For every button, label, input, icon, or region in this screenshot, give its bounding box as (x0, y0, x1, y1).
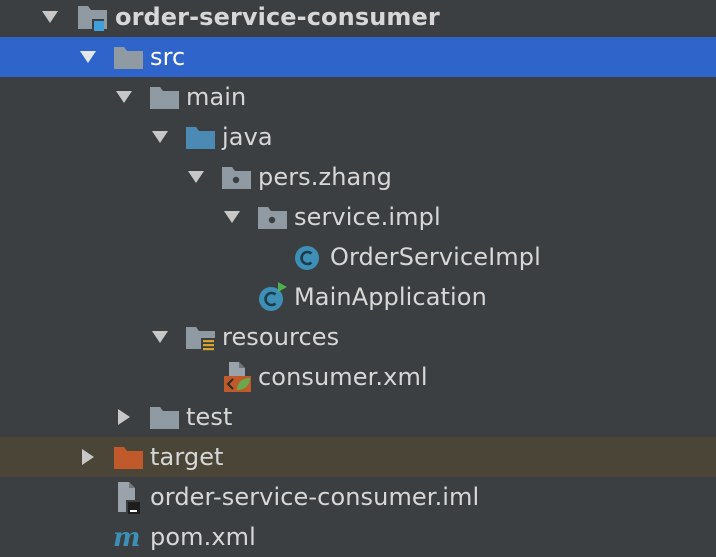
tree-label-main: main (186, 83, 247, 111)
spring-xml-icon (220, 359, 254, 395)
tree-label-src: src (150, 43, 186, 71)
tree-row-resources[interactable]: resources (0, 317, 716, 357)
svg-text:m: m (113, 523, 141, 553)
tree-label-target: target (150, 443, 224, 471)
tree-row-pom-xml[interactable]: m pom.xml (0, 517, 716, 557)
tree-label-service-impl: service.impl (294, 203, 441, 231)
expand-arrow-icon[interactable] (38, 5, 62, 29)
java-class-icon (292, 239, 326, 275)
folder-icon (148, 399, 182, 435)
expand-arrow-icon[interactable] (220, 205, 244, 229)
excluded-folder-icon (112, 439, 146, 475)
tree-label-java: java (222, 123, 273, 151)
tree-row-java[interactable]: java (0, 117, 716, 157)
tree-label-resources: resources (222, 323, 340, 351)
tree-row-consumer-xml[interactable]: consumer.xml (0, 357, 716, 397)
project-tree: order-service-consumer src main java per… (0, 0, 716, 556)
tree-row-iml-file[interactable]: order-service-consumer.iml (0, 477, 716, 517)
maven-pom-icon: m (112, 519, 146, 555)
tree-label-main-application: MainApplication (294, 283, 487, 311)
java-main-class-icon (256, 279, 290, 315)
tree-label-pers-zhang: pers.zhang (258, 163, 392, 191)
folder-icon (148, 79, 182, 115)
expand-arrow-icon[interactable] (184, 165, 208, 189)
tree-label-iml-file: order-service-consumer.iml (150, 483, 480, 511)
module-folder-icon (76, 0, 110, 35)
expand-arrow-icon[interactable] (148, 125, 172, 149)
tree-row-target[interactable]: target (0, 437, 716, 477)
expand-arrow-icon[interactable] (76, 45, 100, 69)
source-root-folder-icon (184, 119, 218, 155)
folder-icon (112, 39, 146, 75)
tree-row-test[interactable]: test (0, 397, 716, 437)
tree-label-test: test (186, 403, 233, 431)
tree-row-service-impl[interactable]: service.impl (0, 197, 716, 237)
resources-root-folder-icon (184, 319, 218, 355)
tree-label-root: order-service-consumer (115, 3, 440, 31)
tree-row-root[interactable]: order-service-consumer (0, 0, 716, 37)
tree-row-pers-zhang[interactable]: pers.zhang (0, 157, 716, 197)
collapse-arrow-icon[interactable] (76, 445, 100, 469)
tree-row-main-application[interactable]: MainApplication (0, 277, 716, 317)
tree-label-order-service-impl: OrderServiceImpl (330, 243, 541, 271)
iml-file-icon (112, 479, 146, 515)
tree-row-src[interactable]: src (0, 37, 716, 77)
package-icon (220, 159, 254, 195)
expand-arrow-icon[interactable] (148, 325, 172, 349)
tree-row-order-service-impl[interactable]: OrderServiceImpl (0, 237, 716, 277)
tree-row-main[interactable]: main (0, 77, 716, 117)
package-icon (256, 199, 290, 235)
tree-label-consumer-xml: consumer.xml (258, 363, 428, 391)
tree-label-pom-xml: pom.xml (150, 523, 256, 551)
expand-arrow-icon[interactable] (112, 85, 136, 109)
collapse-arrow-icon[interactable] (112, 405, 136, 429)
